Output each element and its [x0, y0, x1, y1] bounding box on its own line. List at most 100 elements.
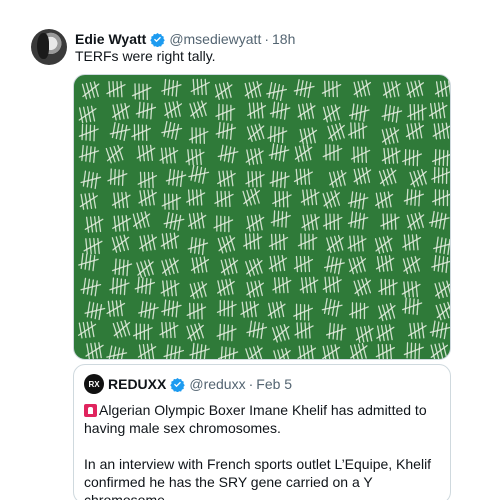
tally-mark-group	[111, 191, 131, 209]
tally-mark-group	[348, 256, 367, 275]
tally-mark-group	[402, 149, 423, 167]
quoted-author-avatar[interactable]: RX	[84, 374, 104, 394]
quoted-tweet-header: RX REDUXX @reduxx · Feb 5	[84, 374, 292, 394]
tally-mark-group	[381, 104, 403, 123]
tally-mark-group	[132, 323, 153, 341]
quoted-tweet-text: Algerian Olympic Boxer Imane Khelif has …	[84, 401, 444, 500]
tally-mark-group	[429, 320, 450, 340]
tally-mark-group	[112, 215, 131, 232]
tally-mark-group	[215, 103, 236, 122]
tally-mark-group	[347, 191, 369, 210]
tally-mark-group	[375, 343, 395, 359]
author-handle[interactable]: @msediewyatt	[169, 31, 261, 47]
tally-mark-group	[293, 255, 314, 273]
tally-mark-group	[137, 171, 158, 189]
tally-mark-group	[376, 324, 395, 342]
tally-mark-group	[132, 211, 151, 230]
tally-mark-group	[347, 122, 368, 139]
quoted-tweet[interactable]: RX REDUXX @reduxx · Feb 5 Algerian Olymp…	[73, 364, 451, 500]
tally-mark-group	[189, 281, 208, 300]
tally-mark-group	[245, 258, 263, 277]
tally-mark-group	[189, 100, 207, 119]
quoted-tweet-date[interactable]: Feb 5	[256, 376, 292, 392]
tally-mark-group	[246, 214, 265, 232]
tally-mark-group	[242, 188, 260, 207]
tally-mark-group	[131, 124, 151, 141]
tally-mark-group	[407, 103, 427, 121]
tally-mark-group	[375, 254, 395, 273]
tally-mark-group	[244, 80, 263, 99]
tally-mark-group	[267, 125, 288, 144]
quoted-author-handle[interactable]: @reduxx	[189, 376, 245, 392]
tweet-media-image[interactable]	[73, 74, 451, 360]
tally-mark-group	[136, 144, 156, 162]
tally-mark-group	[111, 258, 133, 277]
tally-mark-group	[375, 191, 394, 209]
tally-mark-group	[83, 237, 103, 255]
tally-mark-group	[325, 322, 347, 341]
tally-mark-group	[78, 123, 99, 142]
tally-mark-group	[107, 168, 128, 187]
quoted-author-name[interactable]: REDUXX	[108, 376, 166, 392]
tally-mark-group	[293, 168, 313, 186]
tally-mark-group	[297, 344, 317, 359]
tally-mark-group	[188, 164, 210, 184]
tweet-timestamp[interactable]: 18h	[272, 31, 295, 47]
tally-mark-group	[240, 300, 260, 318]
tally-mark-group	[186, 189, 206, 206]
tally-mark-group	[321, 297, 343, 317]
tally-mark-group	[245, 147, 264, 166]
quoted-separator-dot: ·	[248, 376, 254, 392]
tally-mark-group	[84, 301, 106, 321]
tally-mark-group	[138, 300, 159, 320]
tally-mark-group	[216, 299, 237, 317]
tally-mark-group	[138, 189, 157, 207]
tally-mark-group	[380, 213, 400, 230]
tally-mark-group	[109, 122, 131, 141]
tally-mark-group	[347, 235, 367, 252]
tally-mark-group	[321, 80, 342, 98]
tally-mark-group	[246, 280, 265, 298]
tweet-text: TERFs were right tally.	[75, 48, 216, 64]
tally-mark-group	[272, 190, 292, 208]
tally-mark-group	[215, 121, 237, 140]
tally-mark-group	[85, 342, 104, 359]
tally-mark-group	[161, 257, 179, 276]
tally-mark-group	[216, 323, 237, 342]
tally-mark-group	[406, 79, 425, 98]
tally-mark-group	[186, 302, 207, 320]
tally-mark-group	[160, 279, 180, 297]
tally-mark-group	[217, 235, 236, 254]
quoted-paragraph-1: Algerian Olympic Boxer Imane Khelif has …	[84, 402, 427, 436]
tally-mark-group	[273, 347, 291, 359]
tally-mark-group	[272, 276, 292, 294]
tally-mark-group	[161, 120, 183, 140]
tally-mark-group	[403, 342, 424, 359]
tally-mark-group	[349, 342, 368, 359]
tally-mark-group	[163, 344, 185, 359]
tally-mark-group	[246, 123, 265, 142]
tally-mark-group	[406, 212, 425, 231]
tweet: Edie Wyatt @msediewyatt · 18h TERFs were…	[0, 0, 486, 500]
tally-mark-group	[350, 146, 371, 163]
tally-mark-group	[84, 215, 104, 233]
author-avatar[interactable]	[31, 29, 67, 65]
tally-mark-group	[161, 193, 182, 211]
tally-mark-group	[355, 325, 374, 344]
tally-mark-group	[381, 126, 400, 146]
tally-mark-group	[294, 144, 313, 163]
author-name[interactable]: Edie Wyatt	[75, 31, 146, 47]
tally-mark-group	[246, 320, 268, 340]
tally-mark-group	[432, 189, 450, 207]
verified-badge-icon	[150, 32, 166, 47]
tally-mark-group	[79, 192, 98, 210]
tally-mark-group	[401, 297, 423, 316]
tally-mark-group	[378, 278, 398, 296]
tally-mark-group	[112, 102, 130, 121]
tally-mark-group	[409, 168, 427, 188]
tally-mark-group	[431, 166, 450, 185]
tally-mark-group	[297, 233, 318, 251]
tally-mark-group	[353, 79, 372, 98]
tally-mark-group	[434, 280, 450, 299]
tally-mark-group	[401, 280, 421, 298]
